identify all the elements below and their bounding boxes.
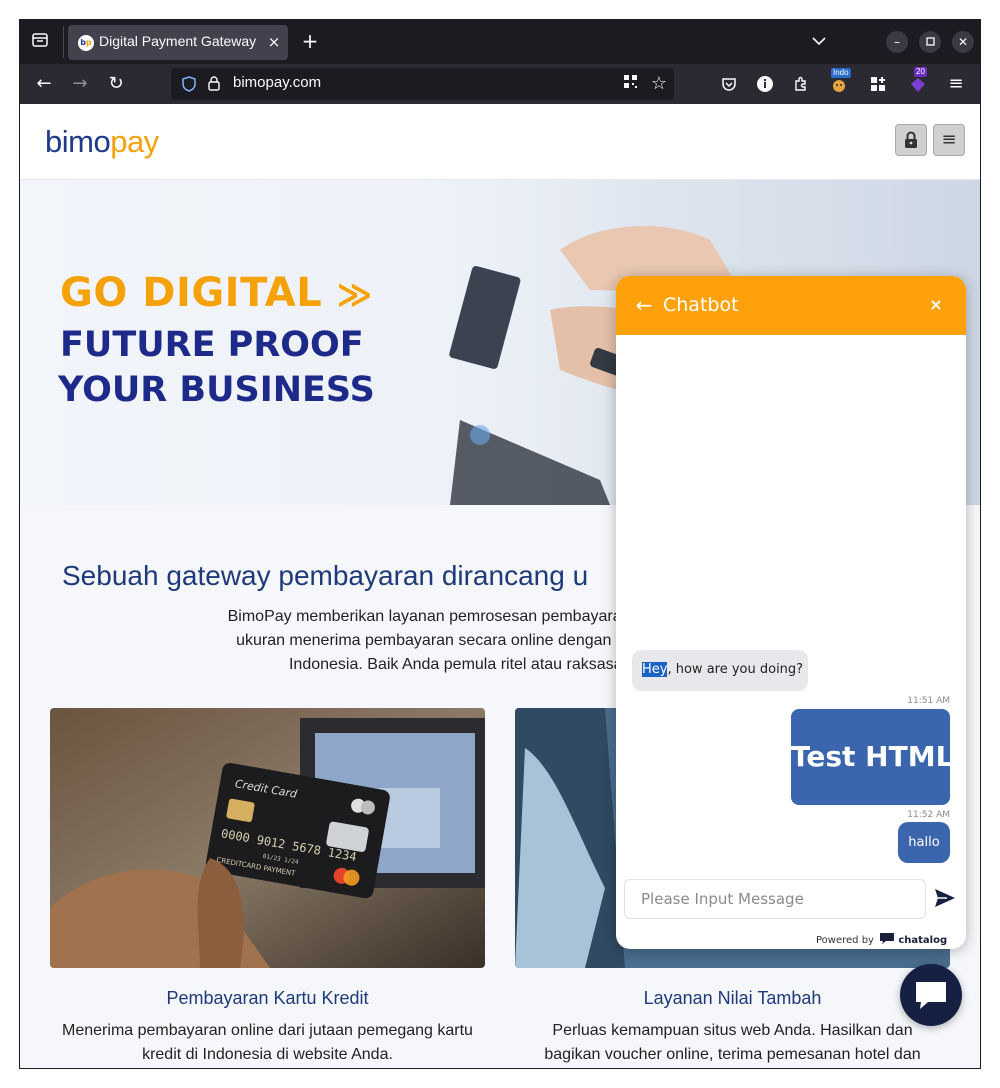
send-icon[interactable] [933,886,959,912]
section-title: Sebuah gateway pembayaran dirancang u [62,560,589,591]
bot-message-bubble: Hey, how are you doing? [632,650,808,691]
user-message-bubble: hallo [898,822,950,863]
chatbot-header: ← Chatbot × [616,276,966,335]
menu-icon[interactable]: ≡ [944,72,968,96]
card-description-value-added: Perluas kemampuan situs web Anda. Hasilk… [515,1019,950,1067]
highlighted-text[interactable]: Hey [642,662,668,677]
powered-by-footer: Powered by chatalog [816,932,947,946]
url-text[interactable]: bimopay.com [233,74,321,91]
tab-active[interactable]: bp Digital Payment Gateway × [68,25,288,60]
chevron-down-icon[interactable] [808,30,830,54]
chatalog-logo-icon [880,933,895,944]
tab-title: Digital Payment Gateway [99,33,257,49]
user-message-bubble: Test HTML [791,709,953,805]
navigation-bar: ← → ↻ bimopay.com ☆ Indo 20 ≡ [20,64,980,104]
maximize-icon[interactable] [919,31,941,53]
card-title-credit[interactable]: Pembayaran Kartu Kredit [50,988,485,1009]
forward-arrow-icon[interactable]: → [68,72,92,96]
logo-text-pay: pay [110,124,159,159]
tab-bar: bp Digital Payment Gateway × + – ✕ [20,20,980,64]
chat-bubble-icon [916,982,946,1009]
powered-by-text: Powered by [816,935,874,946]
minimize-icon[interactable]: – [886,31,908,53]
site-header: bimopay ≡ [20,105,980,180]
credit-card-photo: Credit Card 0000 9012 5678 1234 01/23 1/… [50,708,485,968]
card2-desc-line1: Perluas kemampuan situs web Anda. Hasilk… [552,1022,913,1039]
hero-arrows-icon: ≫ [336,275,373,315]
tab-separator [63,26,64,58]
translate-extension-icon[interactable]: Indo [827,68,851,96]
card1-desc-line1: Menerima pembayaran online dari jutaan p… [62,1022,473,1039]
chatalog-brand-text[interactable]: chatalog [898,935,947,946]
bot-message-text[interactable]: , how are you doing? [667,662,803,677]
chatbot-title: Chatbot [663,294,739,316]
menu-hamburger-button[interactable]: ≡ [933,124,965,156]
hero-headline-line2: FUTURE PROOF [60,325,364,365]
close-icon[interactable]: × [924,293,948,317]
bimopay-logo[interactable]: bimopay [45,124,159,160]
puzzle-extension-icon[interactable] [789,72,813,96]
extension-badge-count: 20 [914,67,927,77]
shield-icon[interactable] [179,73,199,95]
gem-extension-icon[interactable]: 20 [906,67,930,96]
chat-launcher-button[interactable] [900,964,962,1026]
card-title-value-added[interactable]: Layanan Nilai Tambah [515,988,950,1009]
qr-code-icon[interactable] [620,74,640,94]
logo-text-bimo: bimo [45,124,111,159]
extension-badge-lang: Indo [831,68,851,78]
message-timestamp: 11:51 AM [907,696,950,706]
pocket-icon[interactable] [717,72,741,96]
new-tab-button[interactable]: + [298,30,322,54]
back-arrow-icon[interactable]: ← [32,72,56,96]
close-window-icon[interactable]: ✕ [952,31,974,53]
reload-icon[interactable]: ↻ [104,72,128,96]
web-page: bimopay ≡ GO DIGITAL ≫ FUTURE PROOF YOUR… [20,105,980,1068]
login-lock-button[interactable] [895,124,927,156]
message-timestamp: 11:52 AM [907,810,950,820]
tab-list-icon[interactable] [28,30,52,54]
info-extension-icon[interactable] [753,72,777,96]
tab-close-icon[interactable]: × [264,31,284,53]
card-description-credit: Menerima pembayaran online dari jutaan p… [50,1019,485,1067]
star-icon[interactable]: ☆ [648,72,670,96]
lock-icon[interactable] [205,73,223,95]
site-favicon-icon: bp [78,35,94,51]
browser-window: bp Digital Payment Gateway × + – ✕ ← → ↻… [19,19,981,1069]
back-arrow-icon[interactable]: ← [632,292,656,318]
hero-headline-go-digital: GO DIGITAL ≫ [60,270,373,316]
card2-desc-line2: bagikan voucher online, terima pemesanan… [544,1046,921,1063]
chat-message-input[interactable] [624,879,926,919]
chatbot-widget: ← Chatbot × Hey, how are you doing? 11:5… [616,276,966,949]
url-bar[interactable]: bimopay.com ☆ [171,68,674,100]
grid-extension-icon[interactable] [866,72,890,96]
hero-line1-text: GO DIGITAL [60,270,323,316]
card1-desc-line2: kredit di Indonesia di website Anda. [142,1046,393,1063]
hero-headline-line3: YOUR BUSINESS [58,370,375,410]
